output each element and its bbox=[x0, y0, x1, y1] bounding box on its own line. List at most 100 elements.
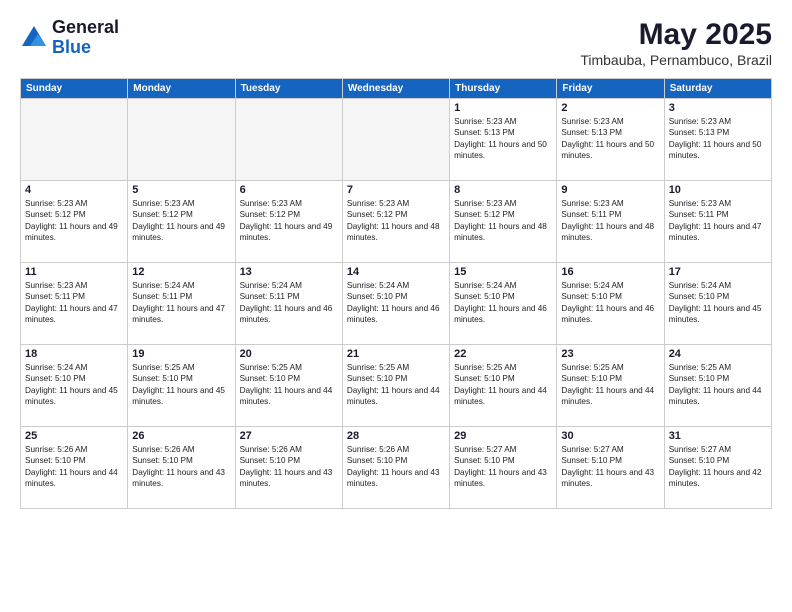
day-number: 7 bbox=[347, 184, 445, 196]
day-detail: Sunrise: 5:23 AMSunset: 5:12 PMDaylight:… bbox=[25, 198, 123, 244]
calendar-body: 1 Sunrise: 5:23 AMSunset: 5:13 PMDaylight… bbox=[21, 99, 772, 509]
day-number: 18 bbox=[25, 348, 123, 360]
calendar-cell: 6 Sunrise: 5:23 AMSunset: 5:12 PMDaylight… bbox=[235, 181, 342, 263]
day-detail: Sunrise: 5:23 AMSunset: 5:12 PMDaylight:… bbox=[240, 198, 338, 244]
day-detail: Sunrise: 5:25 AMSunset: 5:10 PMDaylight:… bbox=[454, 362, 552, 408]
calendar-cell: 9 Sunrise: 5:23 AMSunset: 5:11 PMDaylight… bbox=[557, 181, 664, 263]
calendar-cell: 11Sunrise: 5:23 AMSunset: 5:11 PMDayligh… bbox=[21, 263, 128, 345]
calendar-cell: 31Sunrise: 5:27 AMSunset: 5:10 PMDayligh… bbox=[664, 427, 771, 509]
title-block: May 2025 Timbauba, Pernambuco, Brazil bbox=[580, 18, 772, 68]
day-number: 30 bbox=[561, 430, 659, 442]
day-number: 28 bbox=[347, 430, 445, 442]
day-number: 17 bbox=[669, 266, 767, 278]
calendar-cell: 23 Sunrise: 5:25 AMSunset: 5:10 PMDayligh… bbox=[557, 345, 664, 427]
day-detail: Sunrise: 5:25 AMSunset: 5:10 PMDaylight:… bbox=[132, 362, 230, 408]
day-detail: Sunrise: 5:24 AMSunset: 5:10 PMDaylight:… bbox=[347, 280, 445, 326]
day-number: 14 bbox=[347, 266, 445, 278]
calendar-cell: 7 Sunrise: 5:23 AMSunset: 5:12 PMDaylight… bbox=[342, 181, 449, 263]
calendar-cell: 1 Sunrise: 5:23 AMSunset: 5:13 PMDaylight… bbox=[450, 99, 557, 181]
logo-icon bbox=[20, 24, 48, 52]
calendar-cell: 24 Sunrise: 5:25 AMSunset: 5:10 PMDayligh… bbox=[664, 345, 771, 427]
day-number: 16 bbox=[561, 266, 659, 278]
day-number: 13 bbox=[240, 266, 338, 278]
calendar-cell: 17 Sunrise: 5:24 AMSunset: 5:10 PMDayligh… bbox=[664, 263, 771, 345]
day-detail: Sunrise: 5:24 AMSunset: 5:11 PMDaylight:… bbox=[240, 280, 338, 326]
calendar-cell: 2Sunrise: 5:23 AMSunset: 5:13 PMDaylight… bbox=[557, 99, 664, 181]
day-number: 24 bbox=[669, 348, 767, 360]
day-number: 26 bbox=[132, 430, 230, 442]
calendar-cell: 21 Sunrise: 5:25 AMSunset: 5:10 PMDayligh… bbox=[342, 345, 449, 427]
day-number: 22 bbox=[454, 348, 552, 360]
logo: General Blue bbox=[20, 18, 119, 58]
day-detail: Sunrise: 5:24 AMSunset: 5:10 PMDaylight:… bbox=[561, 280, 659, 326]
day-number: 19 bbox=[132, 348, 230, 360]
day-number: 23 bbox=[561, 348, 659, 360]
day-number: 25 bbox=[25, 430, 123, 442]
day-number: 8 bbox=[454, 184, 552, 196]
day-detail: Sunrise: 5:23 AMSunset: 5:13 PMDaylight:… bbox=[561, 116, 659, 162]
calendar-cell: 25 Sunrise: 5:26 AMSunset: 5:10 PMDayligh… bbox=[21, 427, 128, 509]
day-detail: Sunrise: 5:23 AMSunset: 5:11 PMDaylight:… bbox=[561, 198, 659, 244]
day-number: 5 bbox=[132, 184, 230, 196]
day-number: 29 bbox=[454, 430, 552, 442]
calendar-cell: 27Sunrise: 5:26 AMSunset: 5:10 PMDayligh… bbox=[235, 427, 342, 509]
day-number: 12 bbox=[132, 266, 230, 278]
day-detail: Sunrise: 5:26 AMSunset: 5:10 PMDaylight:… bbox=[240, 444, 338, 490]
day-detail: Sunrise: 5:27 AMSunset: 5:10 PMDaylight:… bbox=[669, 444, 767, 490]
calendar-cell: 12Sunrise: 5:24 AMSunset: 5:11 PMDayligh… bbox=[128, 263, 235, 345]
week-row-2: 4 Sunrise: 5:23 AMSunset: 5:12 PMDaylight… bbox=[21, 181, 772, 263]
calendar-cell bbox=[342, 99, 449, 181]
day-detail: Sunrise: 5:25 AMSunset: 5:10 PMDaylight:… bbox=[561, 362, 659, 408]
calendar-cell: 3 Sunrise: 5:23 AMSunset: 5:13 PMDaylight… bbox=[664, 99, 771, 181]
calendar-cell: 14 Sunrise: 5:24 AMSunset: 5:10 PMDayligh… bbox=[342, 263, 449, 345]
day-detail: Sunrise: 5:26 AMSunset: 5:10 PMDaylight:… bbox=[25, 444, 123, 490]
calendar-cell: 30 Sunrise: 5:27 AMSunset: 5:10 PMDayligh… bbox=[557, 427, 664, 509]
day-detail: Sunrise: 5:25 AMSunset: 5:10 PMDaylight:… bbox=[347, 362, 445, 408]
weekday-header-friday: Friday bbox=[557, 79, 664, 99]
day-number: 9 bbox=[561, 184, 659, 196]
calendar-cell: 13 Sunrise: 5:24 AMSunset: 5:11 PMDayligh… bbox=[235, 263, 342, 345]
day-number: 10 bbox=[669, 184, 767, 196]
calendar-cell: 5 Sunrise: 5:23 AMSunset: 5:12 PMDaylight… bbox=[128, 181, 235, 263]
week-row-4: 18Sunrise: 5:24 AMSunset: 5:10 PMDayligh… bbox=[21, 345, 772, 427]
calendar-cell: 28 Sunrise: 5:26 AMSunset: 5:10 PMDayligh… bbox=[342, 427, 449, 509]
day-number: 1 bbox=[454, 102, 552, 114]
day-detail: Sunrise: 5:24 AMSunset: 5:10 PMDaylight:… bbox=[669, 280, 767, 326]
day-detail: Sunrise: 5:23 AMSunset: 5:11 PMDaylight:… bbox=[669, 198, 767, 244]
calendar-cell bbox=[21, 99, 128, 181]
subtitle: Timbauba, Pernambuco, Brazil bbox=[580, 52, 772, 68]
day-number: 6 bbox=[240, 184, 338, 196]
day-detail: Sunrise: 5:27 AMSunset: 5:10 PMDaylight:… bbox=[454, 444, 552, 490]
day-number: 3 bbox=[669, 102, 767, 114]
calendar-cell: 22 Sunrise: 5:25 AMSunset: 5:10 PMDayligh… bbox=[450, 345, 557, 427]
day-number: 21 bbox=[347, 348, 445, 360]
day-number: 11 bbox=[25, 266, 123, 278]
logo-blue: Blue bbox=[52, 38, 119, 58]
weekday-header-sunday: Sunday bbox=[21, 79, 128, 99]
calendar-cell: 8Sunrise: 5:23 AMSunset: 5:12 PMDaylight… bbox=[450, 181, 557, 263]
day-detail: Sunrise: 5:23 AMSunset: 5:13 PMDaylight:… bbox=[454, 116, 552, 162]
weekday-header-wednesday: Wednesday bbox=[342, 79, 449, 99]
day-detail: Sunrise: 5:25 AMSunset: 5:10 PMDaylight:… bbox=[669, 362, 767, 408]
calendar-cell: 26 Sunrise: 5:26 AMSunset: 5:10 PMDayligh… bbox=[128, 427, 235, 509]
calendar-cell: 29 Sunrise: 5:27 AMSunset: 5:10 PMDayligh… bbox=[450, 427, 557, 509]
day-detail: Sunrise: 5:23 AMSunset: 5:12 PMDaylight:… bbox=[132, 198, 230, 244]
day-number: 4 bbox=[25, 184, 123, 196]
weekday-header-monday: Monday bbox=[128, 79, 235, 99]
week-row-1: 1 Sunrise: 5:23 AMSunset: 5:13 PMDaylight… bbox=[21, 99, 772, 181]
day-detail: Sunrise: 5:26 AMSunset: 5:10 PMDaylight:… bbox=[347, 444, 445, 490]
day-detail: Sunrise: 5:26 AMSunset: 5:10 PMDaylight:… bbox=[132, 444, 230, 490]
logo-general: General bbox=[52, 18, 119, 38]
calendar-cell bbox=[235, 99, 342, 181]
day-detail: Sunrise: 5:25 AMSunset: 5:10 PMDaylight:… bbox=[240, 362, 338, 408]
calendar-cell: 15Sunrise: 5:24 AMSunset: 5:10 PMDayligh… bbox=[450, 263, 557, 345]
day-detail: Sunrise: 5:23 AMSunset: 5:12 PMDaylight:… bbox=[347, 198, 445, 244]
day-detail: Sunrise: 5:27 AMSunset: 5:10 PMDaylight:… bbox=[561, 444, 659, 490]
day-detail: Sunrise: 5:23 AMSunset: 5:13 PMDaylight:… bbox=[669, 116, 767, 162]
calendar-cell: 4 Sunrise: 5:23 AMSunset: 5:12 PMDaylight… bbox=[21, 181, 128, 263]
page-header: General Blue May 2025 Timbauba, Pernambu… bbox=[20, 18, 772, 68]
weekday-header-thursday: Thursday bbox=[450, 79, 557, 99]
calendar-cell: 16 Sunrise: 5:24 AMSunset: 5:10 PMDayligh… bbox=[557, 263, 664, 345]
calendar-cell: 20Sunrise: 5:25 AMSunset: 5:10 PMDayligh… bbox=[235, 345, 342, 427]
week-row-3: 11Sunrise: 5:23 AMSunset: 5:11 PMDayligh… bbox=[21, 263, 772, 345]
